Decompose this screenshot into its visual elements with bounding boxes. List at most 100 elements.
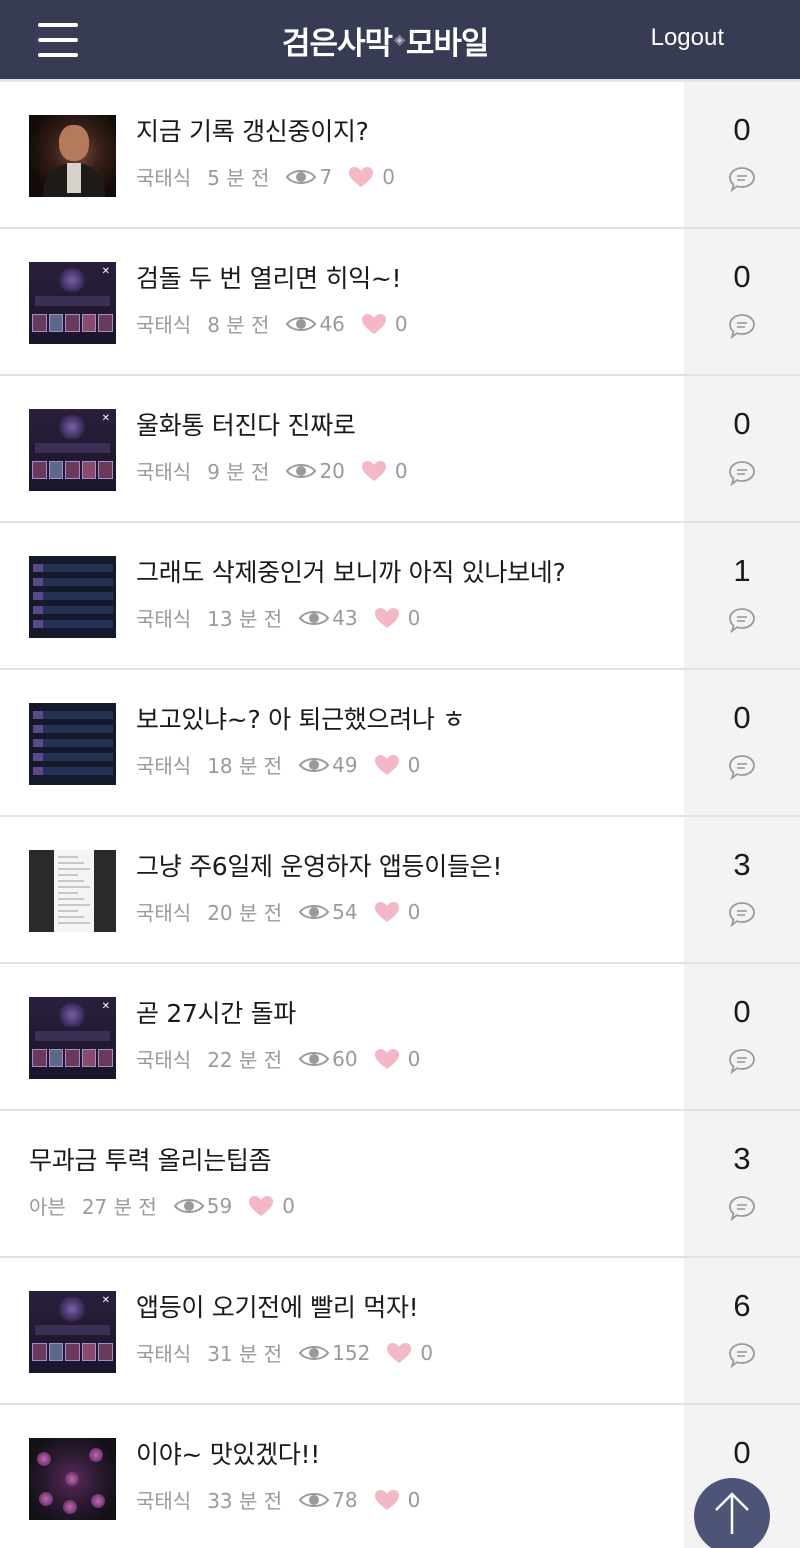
post-thumbnail[interactable]: ✕ [29, 997, 116, 1079]
post-row[interactable]: ✕ 곧 27시간 돌파 국태식 22 분 전 60 0 0 [0, 964, 800, 1111]
post-thumbnail[interactable]: ✕ [29, 409, 116, 491]
post-title[interactable]: 그래도 삭제중인거 보니까 아직 있나보네? [136, 553, 566, 589]
comment-count: 0 [733, 700, 751, 735]
post-time: 20 분 전 [207, 901, 283, 925]
post-thumbnail[interactable] [29, 115, 116, 197]
comment-bubble-icon[interactable] [728, 1195, 756, 1221]
comment-bubble-icon[interactable] [728, 1048, 756, 1074]
like-count: 0 [394, 311, 408, 336]
like-count: 0 [394, 458, 408, 483]
comment-count-panel [684, 82, 800, 227]
post-time: 33 분 전 [207, 1489, 283, 1513]
heart-icon [349, 166, 374, 187]
post-title[interactable]: 앱등이 오기전에 빨리 먹자! [136, 1288, 419, 1324]
post-row[interactable]: 무과금 투력 올리는팁좀 아븐 27 분 전 59 0 3 [0, 1111, 800, 1258]
post-author: 국태식 [136, 313, 192, 337]
like-count: 0 [282, 1193, 295, 1218]
post-title[interactable]: 무과금 투력 올리는팁좀 [29, 1141, 272, 1177]
comment-count-panel [684, 229, 800, 374]
post-time: 27 분 전 [81, 1195, 157, 1219]
eye-icon [173, 1198, 205, 1213]
post-meta: 국태식 8 분 전 46 0 [136, 309, 408, 338]
comment-count-panel [684, 523, 800, 668]
like-count: 0 [407, 1046, 421, 1071]
eye-icon [286, 169, 317, 184]
hamburger-menu-icon[interactable] [38, 23, 78, 57]
post-thumbnail[interactable] [29, 703, 116, 785]
post-author: 국태식 [136, 1489, 192, 1513]
post-thumbnail[interactable] [29, 556, 116, 638]
eye-icon [298, 757, 330, 772]
post-author: 국태식 [136, 166, 192, 190]
comment-count-panel [684, 1111, 800, 1256]
view-count: 49 [332, 752, 358, 777]
post-row[interactable]: ✕ 검돌 두 번 열리면 히익~! 국태식 8 분 전 46 0 0 [0, 229, 800, 376]
eye-icon [298, 1345, 330, 1360]
post-thumbnail[interactable]: ✕ [29, 262, 116, 344]
logo-text-right: 모바일 [405, 25, 490, 62]
comment-count: 0 [733, 994, 751, 1029]
post-thumbnail[interactable] [29, 1438, 116, 1520]
post-row[interactable]: 그냥 주6일제 운영하자 앱등이들은! 국태식 20 분 전 54 0 3 [0, 817, 800, 964]
comment-count: 0 [733, 112, 751, 147]
post-list: 지금 기록 갱신중이지? 국태식 5 분 전 7 0 0 ✕ 검돌 두 번 열리면 히익~! 국… [0, 82, 800, 1548]
post-row[interactable]: ✕ 울화통 터진다 진짜로 국태식 9 분 전 20 0 0 [0, 376, 800, 523]
post-title[interactable]: 울화통 터진다 진짜로 [136, 406, 356, 442]
logout-button[interactable]: Logout [651, 24, 724, 52]
post-meta: 국태식 22 분 전 60 0 [136, 1044, 420, 1073]
heart-icon [374, 754, 399, 775]
post-row[interactable]: 보고있냐~? 아 퇴근했으려나 ㅎ 국태식 18 분 전 49 0 0 [0, 670, 800, 817]
post-author: 국태식 [136, 1342, 192, 1366]
comment-bubble-icon[interactable] [728, 901, 756, 927]
post-meta: 국태식 5 분 전 7 0 [136, 162, 395, 191]
view-count: 54 [332, 899, 358, 924]
view-count: 46 [319, 311, 345, 336]
post-time: 22 분 전 [207, 1048, 283, 1072]
comment-bubble-icon[interactable] [728, 166, 756, 192]
comment-count: 0 [733, 406, 751, 441]
eye-icon [298, 1051, 330, 1066]
like-count: 0 [407, 899, 421, 924]
logo-text-left: 검은사막 [282, 25, 393, 62]
post-thumbnail[interactable]: ✕ [29, 1291, 116, 1373]
post-row[interactable]: 그래도 삭제중인거 보니까 아직 있나보네? 국태식 13 분 전 43 0 1 [0, 523, 800, 670]
post-row[interactable]: 지금 기록 갱신중이지? 국태식 5 분 전 7 0 0 [0, 82, 800, 229]
comment-bubble-icon[interactable] [728, 607, 756, 633]
comment-bubble-icon[interactable] [728, 313, 756, 339]
comment-count: 0 [733, 1435, 751, 1470]
post-title[interactable]: 보고있냐~? 아 퇴근했으려나 ㅎ [136, 700, 465, 736]
post-row[interactable]: 이야~ 맛있겠다!! 국태식 33 분 전 78 0 0 [0, 1405, 800, 1548]
post-title[interactable]: 검돌 두 번 열리면 히익~! [136, 259, 402, 295]
comment-count-panel [684, 376, 800, 521]
scroll-to-top-button[interactable] [694, 1478, 770, 1548]
post-title[interactable]: 이야~ 맛있겠다!! [136, 1435, 320, 1471]
post-author: 국태식 [136, 754, 192, 778]
comment-count-panel [684, 1258, 800, 1403]
like-count: 0 [407, 752, 421, 777]
heart-icon [361, 460, 386, 481]
comment-count: 1 [733, 553, 751, 588]
post-title[interactable]: 곧 27시간 돌파 [136, 994, 296, 1030]
post-time: 9 분 전 [207, 460, 270, 484]
eye-icon [298, 610, 330, 625]
app-logo[interactable]: 검은사막 ◈ 모바일 [282, 18, 490, 62]
comment-bubble-icon[interactable] [728, 460, 756, 486]
post-thumbnail[interactable] [29, 850, 116, 932]
comment-count-panel [684, 670, 800, 815]
like-count: 0 [407, 1487, 421, 1512]
view-count: 7 [319, 164, 333, 189]
like-count: 0 [382, 164, 395, 189]
comment-count-panel [684, 817, 800, 962]
post-title[interactable]: 지금 기록 갱신중이지? [136, 112, 369, 148]
arrow-up-icon [715, 1492, 749, 1534]
post-author: 국태식 [136, 607, 192, 631]
view-count: 43 [332, 605, 358, 630]
heart-icon [361, 313, 386, 334]
post-author: 국태식 [136, 901, 192, 925]
logo-diamond-icon: ◈ [394, 32, 405, 48]
post-time: 18 분 전 [207, 754, 283, 778]
post-row[interactable]: ✕ 앱등이 오기전에 빨리 먹자! 국태식 31 분 전 152 0 6 [0, 1258, 800, 1405]
post-title[interactable]: 그냥 주6일제 운영하자 앱등이들은! [136, 847, 502, 883]
comment-bubble-icon[interactable] [728, 754, 756, 780]
comment-bubble-icon[interactable] [728, 1342, 756, 1368]
